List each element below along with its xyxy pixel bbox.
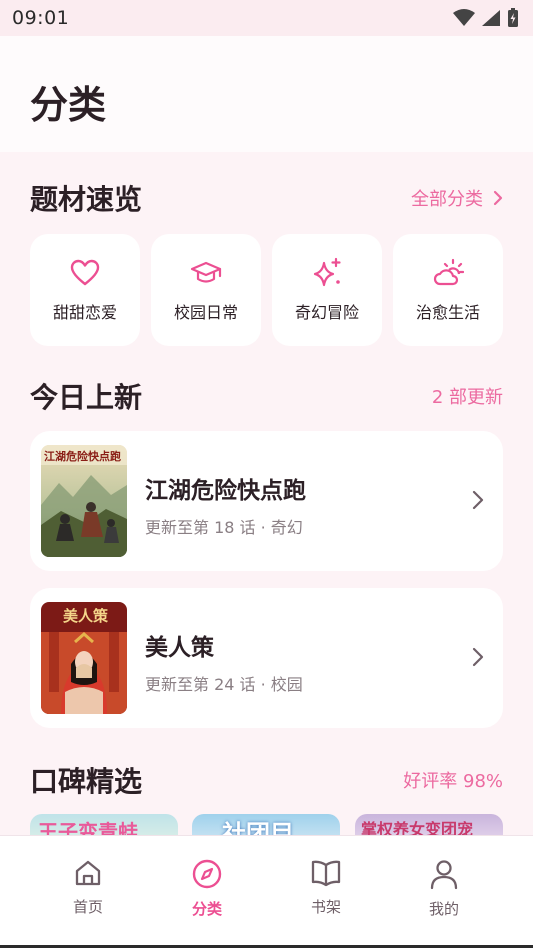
- heart-icon: [69, 257, 101, 289]
- wifi-icon: [453, 9, 475, 26]
- chevron-right-icon: [493, 190, 503, 206]
- comic-update-info: 更新至第 24 话 · 校园: [145, 675, 303, 694]
- screen: 09:01 分类 题材速览 全部分类 甜甜恋爱 校园日常 奇幻冒险 治愈生活 今…: [0, 0, 533, 948]
- cover-title-text: 江湖危险快点跑: [44, 450, 121, 463]
- update-item[interactable]: 江湖危险快点跑 江湖危险快点跑 更新至第 18 话 · 奇幻: [30, 431, 503, 571]
- rating-percent: 好评率 98%: [403, 771, 503, 792]
- book-icon: [311, 860, 341, 887]
- sparkles-icon: [311, 257, 343, 289]
- rating-section-header: 口碑精选 好评率 98%: [30, 760, 503, 800]
- nav-label: 首页: [72, 898, 103, 916]
- genre-grid: 甜甜恋爱 校园日常 奇幻冒险 治愈生活: [30, 234, 503, 346]
- compass-icon: [192, 859, 222, 889]
- genre-section-header: 题材速览 全部分类: [30, 178, 503, 218]
- comic-title: 美人策: [145, 635, 214, 661]
- update-item[interactable]: 美人策 美人策 更新至第 24 话 · 校园: [30, 588, 503, 728]
- today-section-title: 今日上新: [30, 381, 143, 414]
- rating-section-title: 口碑精选: [30, 765, 143, 798]
- user-icon: [430, 860, 458, 890]
- nav-category[interactable]: 分类: [167, 858, 247, 919]
- nav-bookshelf[interactable]: 书架: [286, 858, 366, 917]
- genre-card-romance[interactable]: 甜甜恋爱: [30, 234, 140, 346]
- genre-section-title: 题材速览: [30, 183, 143, 216]
- home-icon: [75, 860, 101, 886]
- today-section-header: 今日上新 2 部更新: [30, 376, 503, 416]
- chevron-right-icon: [472, 490, 484, 510]
- genre-label: 甜甜恋爱: [52, 303, 117, 322]
- update-count: 2 部更新: [431, 387, 503, 408]
- genre-label: 奇幻冒险: [294, 303, 359, 322]
- nav-label: 我的: [428, 900, 459, 918]
- genre-label: 治愈生活: [415, 303, 480, 322]
- comic-title: 江湖危险快点跑: [145, 478, 306, 504]
- signal-icon: [482, 10, 500, 26]
- nav-label: 书架: [310, 898, 341, 916]
- nav-profile[interactable]: 我的: [404, 858, 484, 919]
- genre-card-campus[interactable]: 校园日常: [151, 234, 261, 346]
- genre-label: 校园日常: [173, 303, 238, 322]
- status-time: 09:01: [12, 7, 70, 29]
- battery-icon: [508, 8, 518, 27]
- cover-title-text: 美人策: [63, 607, 109, 625]
- genre-card-fantasy[interactable]: 奇幻冒险: [272, 234, 382, 346]
- status-bar: 09:01: [0, 0, 533, 36]
- genre-card-healing[interactable]: 治愈生活: [393, 234, 503, 346]
- comic-cover: 美人策: [41, 602, 127, 714]
- comic-update-info: 更新至第 18 话 · 奇幻: [145, 518, 303, 537]
- sun-cloud-icon: [432, 257, 464, 289]
- status-icons: [453, 8, 519, 28]
- nav-label: 分类: [191, 900, 222, 918]
- page-title: 分类: [30, 83, 107, 127]
- nav-home[interactable]: 首页: [48, 858, 128, 917]
- page-header: 分类: [0, 36, 533, 152]
- all-categories-link[interactable]: 全部分类: [411, 185, 503, 211]
- all-categories-label: 全部分类: [411, 189, 483, 210]
- bottom-nav: 首页 分类 书架 我的: [0, 835, 533, 948]
- comic-cover: 江湖危险快点跑: [41, 445, 127, 557]
- graduation-cap-icon: [190, 257, 222, 289]
- chevron-right-icon: [472, 647, 484, 667]
